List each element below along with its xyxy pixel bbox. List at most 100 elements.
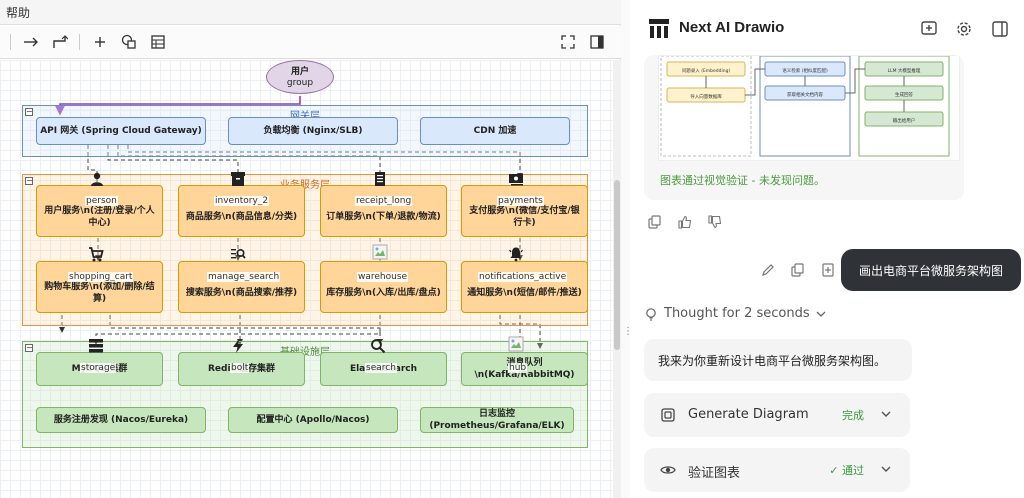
- verification-result: 图表通过视觉验证 - 未发现问题。: [660, 174, 825, 187]
- broken-image-icon: [372, 244, 388, 260]
- fullscreen-button[interactable]: [557, 32, 579, 52]
- infra-bottom-node[interactable]: 日志监控 (Prometheus/Grafana/ELK): [420, 407, 574, 433]
- business-node[interactable]: 商品服务\n(商品信息/分类): [178, 185, 305, 237]
- business-node[interactable]: 用户服务\n(注册/登录/个人中心): [36, 185, 163, 237]
- tool-name: 验证图表: [688, 466, 741, 481]
- canvas-scrollbar[interactable]: [613, 60, 621, 498]
- icon-label: search: [365, 363, 397, 373]
- gateway-node[interactable]: CDN 加速: [420, 117, 570, 145]
- arrow-right-icon: [24, 37, 38, 47]
- business-node[interactable]: 支付服务\n(微信/支付宝/银行卡): [461, 185, 588, 237]
- thought-toggle[interactable]: Thought for 2 seconds: [644, 306, 826, 321]
- payments-icon: [509, 174, 523, 186]
- tool-status: 完成: [842, 409, 864, 422]
- thumbs-down-icon[interactable]: [708, 215, 722, 229]
- shapes-icon: [121, 34, 136, 49]
- gateway-node[interactable]: 负载均衡 (Nginx/SLB): [228, 117, 398, 145]
- assistant-message-text: 我来为你重新设计电商平台微服务架构图。: [658, 353, 887, 368]
- chevron-down-icon: [816, 311, 826, 317]
- infra-bottom-node[interactable]: 服务注册发现 (Nacos/Eureka): [36, 407, 206, 433]
- shopping-cart-icon: [89, 247, 104, 262]
- tool-call-verify-diagram[interactable]: 验证图表 ✓ 通过: [644, 448, 910, 492]
- connector-straight-button[interactable]: [20, 32, 42, 52]
- fullscreen-icon: [561, 35, 575, 49]
- person-icon: [91, 172, 103, 186]
- app-title: Next AI Drawio: [679, 19, 785, 36]
- plus-icon: [95, 37, 105, 47]
- toolbar-separator: [79, 34, 80, 50]
- thumbnail-flowchart: 问题录入 (Embedding) 导入向量数据库 语义检索 (相似度匹配) 获取…: [660, 55, 950, 157]
- copy-icon[interactable]: [648, 215, 662, 229]
- thumbnail-label: 生成回答: [895, 91, 913, 98]
- receipt-icon: [375, 172, 385, 186]
- lightbulb-icon: [646, 307, 656, 321]
- edit-pencil-icon[interactable]: [761, 263, 775, 277]
- icon-label: bolt: [230, 363, 250, 373]
- insert-button[interactable]: [89, 32, 111, 52]
- connector-elbow-button[interactable]: [49, 32, 71, 52]
- assistant-message: 我来为你重新设计电商平台微服务架构图。: [644, 339, 912, 381]
- diagram-thumbnail[interactable]: 问题录入 (Embedding) 导入向量数据库 语义检索 (相似度匹配) 获取…: [658, 55, 960, 161]
- save-to-diagram-icon[interactable]: [821, 263, 835, 277]
- menu-help[interactable]: 帮助: [6, 4, 30, 21]
- chevron-down-icon: [881, 466, 891, 472]
- icon-label: manage_search: [207, 272, 281, 282]
- app-logo-icon: [649, 19, 669, 38]
- icon-label: receipt_long: [355, 196, 413, 206]
- editor-toolbar: [0, 26, 621, 59]
- user-message-text: 画出电商平台微服务架构图: [858, 263, 1003, 278]
- toolbar-separator: [10, 34, 11, 50]
- user-node[interactable]: 用户 group: [266, 60, 334, 94]
- thumbs-up-icon[interactable]: [678, 215, 692, 229]
- thumbnail-label: 输出给用户: [893, 117, 916, 124]
- diagram-preview-card: 问题录入 (Embedding) 导入向量数据库 语义检索 (相似度匹配) 获取…: [644, 55, 964, 200]
- panel-resize-handle[interactable]: ⋮: [621, 0, 633, 498]
- infra-bottom-node[interactable]: 配置中心 (Apollo/Nacos): [228, 407, 398, 433]
- eye-icon: [660, 466, 676, 474]
- diagram-editor: 帮助 − API 网关 (Spring Cloud Gateway) 负载均衡 …: [0, 0, 621, 498]
- search-icon: [371, 339, 386, 354]
- diagram-canvas[interactable]: − 网关层 API 网关 (Spring Cloud Gateway) 负载均衡…: [0, 60, 613, 498]
- tool-call-generate-diagram[interactable]: Generate Diagram 完成: [644, 393, 910, 437]
- thought-label: Thought for 2 seconds: [664, 306, 810, 321]
- business-node[interactable]: 通知服务\n(短信/邮件/推送): [461, 261, 588, 313]
- format-panel-button[interactable]: [586, 32, 608, 52]
- user-message-actions: [761, 263, 835, 277]
- icon-label: payments: [497, 196, 544, 206]
- business-node[interactable]: 搜索服务\n(商品搜索/推荐): [178, 261, 305, 313]
- assistant-actions: [648, 215, 722, 229]
- business-node[interactable]: 订单服务\n(下单/退款/物流): [320, 185, 447, 237]
- chevron-down-icon: [881, 411, 891, 417]
- business-node[interactable]: 库存服务\n(入库/出库/盘点): [320, 261, 447, 313]
- panel-right-icon: [590, 35, 604, 49]
- app-root: 帮助 − API 网关 (Spring Cloud Gateway) 负载均衡 …: [0, 0, 1024, 498]
- thumbnail-label: LLM 大模型推理: [888, 67, 921, 74]
- inventory-icon: [231, 172, 245, 186]
- thumbnail-label: 获取相关文档内容: [787, 91, 823, 98]
- icon-label: shopping_cart: [68, 272, 134, 282]
- new-chat-icon[interactable]: [920, 20, 938, 38]
- settings-gear-icon[interactable]: [955, 20, 973, 38]
- icon-label: inventory_2: [214, 196, 270, 206]
- user-subtitle: group: [286, 78, 314, 88]
- tool-status: ✓ 通过: [829, 464, 864, 477]
- chat-header: Next AI Drawio: [630, 0, 1024, 58]
- scrollbar-thumb[interactable]: [614, 180, 620, 350]
- gateway-node[interactable]: API 网关 (Spring Cloud Gateway): [36, 117, 206, 145]
- icon-label: person: [85, 196, 118, 206]
- notifications-icon: [509, 247, 523, 262]
- icon-label: notifications_active: [478, 272, 568, 282]
- thumbnail-label: 导入向量数据库: [690, 93, 722, 100]
- copy-icon[interactable]: [791, 263, 805, 277]
- table-button[interactable]: [147, 32, 169, 52]
- collapse-panel-icon[interactable]: [991, 20, 1009, 38]
- user-message-bubble: 画出电商平台微服务架构图: [841, 249, 1021, 291]
- thumbnail-label: 语义检索 (相似度匹配): [782, 67, 828, 74]
- business-node[interactable]: 购物车服务\n(添加/删除/结算): [36, 261, 163, 313]
- bolt-icon: [233, 339, 243, 353]
- icon-label: warehouse: [357, 272, 409, 282]
- diagram-tool-icon: [661, 408, 675, 422]
- menu-bar: 帮助: [0, 0, 621, 25]
- broken-image-icon: [508, 336, 524, 352]
- shapes-button[interactable]: [118, 32, 140, 52]
